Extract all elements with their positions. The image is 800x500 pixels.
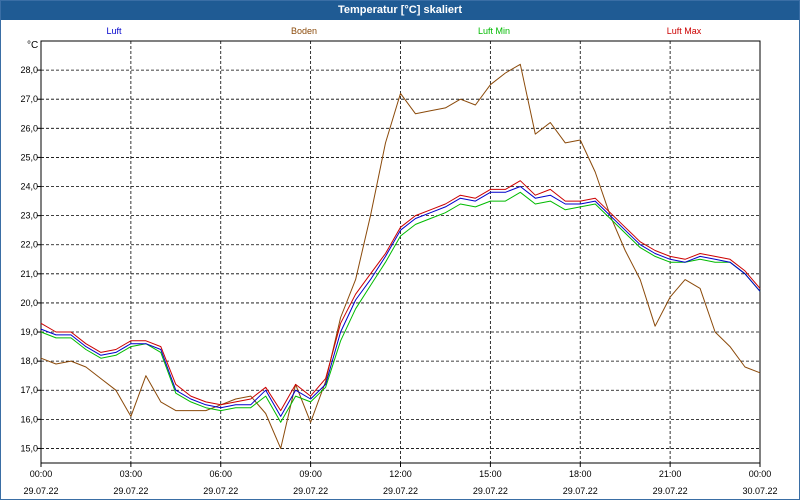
x-tick-date: 29.07.22	[473, 486, 508, 496]
legend: Luft Boden Luft Min Luft Max	[106, 26, 701, 36]
x-tick-time: 15:00	[479, 469, 502, 479]
y-tick-label: 26,0	[20, 123, 38, 133]
x-tick-date: 29.07.22	[113, 486, 148, 496]
x-tick-time: 00:00	[749, 469, 772, 479]
x-tick-date: 29.07.22	[563, 486, 598, 496]
legend-luft: Luft	[106, 26, 122, 36]
y-tick-label: 24,0	[20, 182, 38, 192]
chart-window: Temperatur [°C] skaliert Luft Boden Luft M…	[0, 0, 800, 500]
x-tick-time: 03:00	[120, 469, 143, 479]
y-tick-label: 20,0	[20, 298, 38, 308]
x-tick-date: 29.07.22	[203, 486, 238, 496]
x-tick-date: 29.07.22	[653, 486, 688, 496]
legend-luft-max: Luft Max	[667, 26, 702, 36]
x-tick-time: 09:00	[299, 469, 322, 479]
y-unit-label: °C	[27, 40, 38, 51]
x-axis: 00:00 29.07.22 03:00 29.07.22 06:00 29.07.22 0…	[23, 463, 778, 496]
y-tick-label: 23,0	[20, 211, 38, 221]
y-tick-label: 17,0	[20, 385, 38, 395]
x-tick-time: 18:00	[569, 469, 592, 479]
y-tick-label: 18,0	[20, 356, 38, 366]
y-tick-label: 21,0	[20, 269, 38, 279]
x-tick-date: 29.07.22	[23, 486, 58, 496]
y-tick-label: 27,0	[20, 94, 38, 104]
x-tick-time: 00:00	[30, 469, 53, 479]
y-tick-label: 16,0	[20, 414, 38, 424]
x-tick-time: 21:00	[659, 469, 682, 479]
x-tick-time: 06:00	[209, 469, 232, 479]
y-tick-label: 22,0	[20, 240, 38, 250]
chart-title: Temperatur [°C] skaliert	[1, 1, 799, 20]
y-tick-label: 28,0	[20, 65, 38, 75]
chart-area: Luft Boden Luft Min Luft Max °C 15,0 16,0 17,…	[20, 26, 778, 496]
x-tick-date: 30.07.22	[742, 486, 777, 496]
y-tick-label: 19,0	[20, 327, 38, 337]
legend-boden: Boden	[291, 26, 317, 36]
x-tick-date: 29.07.22	[383, 486, 418, 496]
x-tick-time: 12:00	[389, 469, 412, 479]
legend-luft-min: Luft Min	[478, 26, 510, 36]
y-axis: 15,0 16,0 17,0 18,0 19,0 20,0 21,0 22,0 23,0 24,0…	[20, 65, 41, 453]
y-tick-label: 25,0	[20, 152, 38, 162]
y-tick-label: 15,0	[20, 443, 38, 453]
x-tick-date: 29.07.22	[293, 486, 328, 496]
